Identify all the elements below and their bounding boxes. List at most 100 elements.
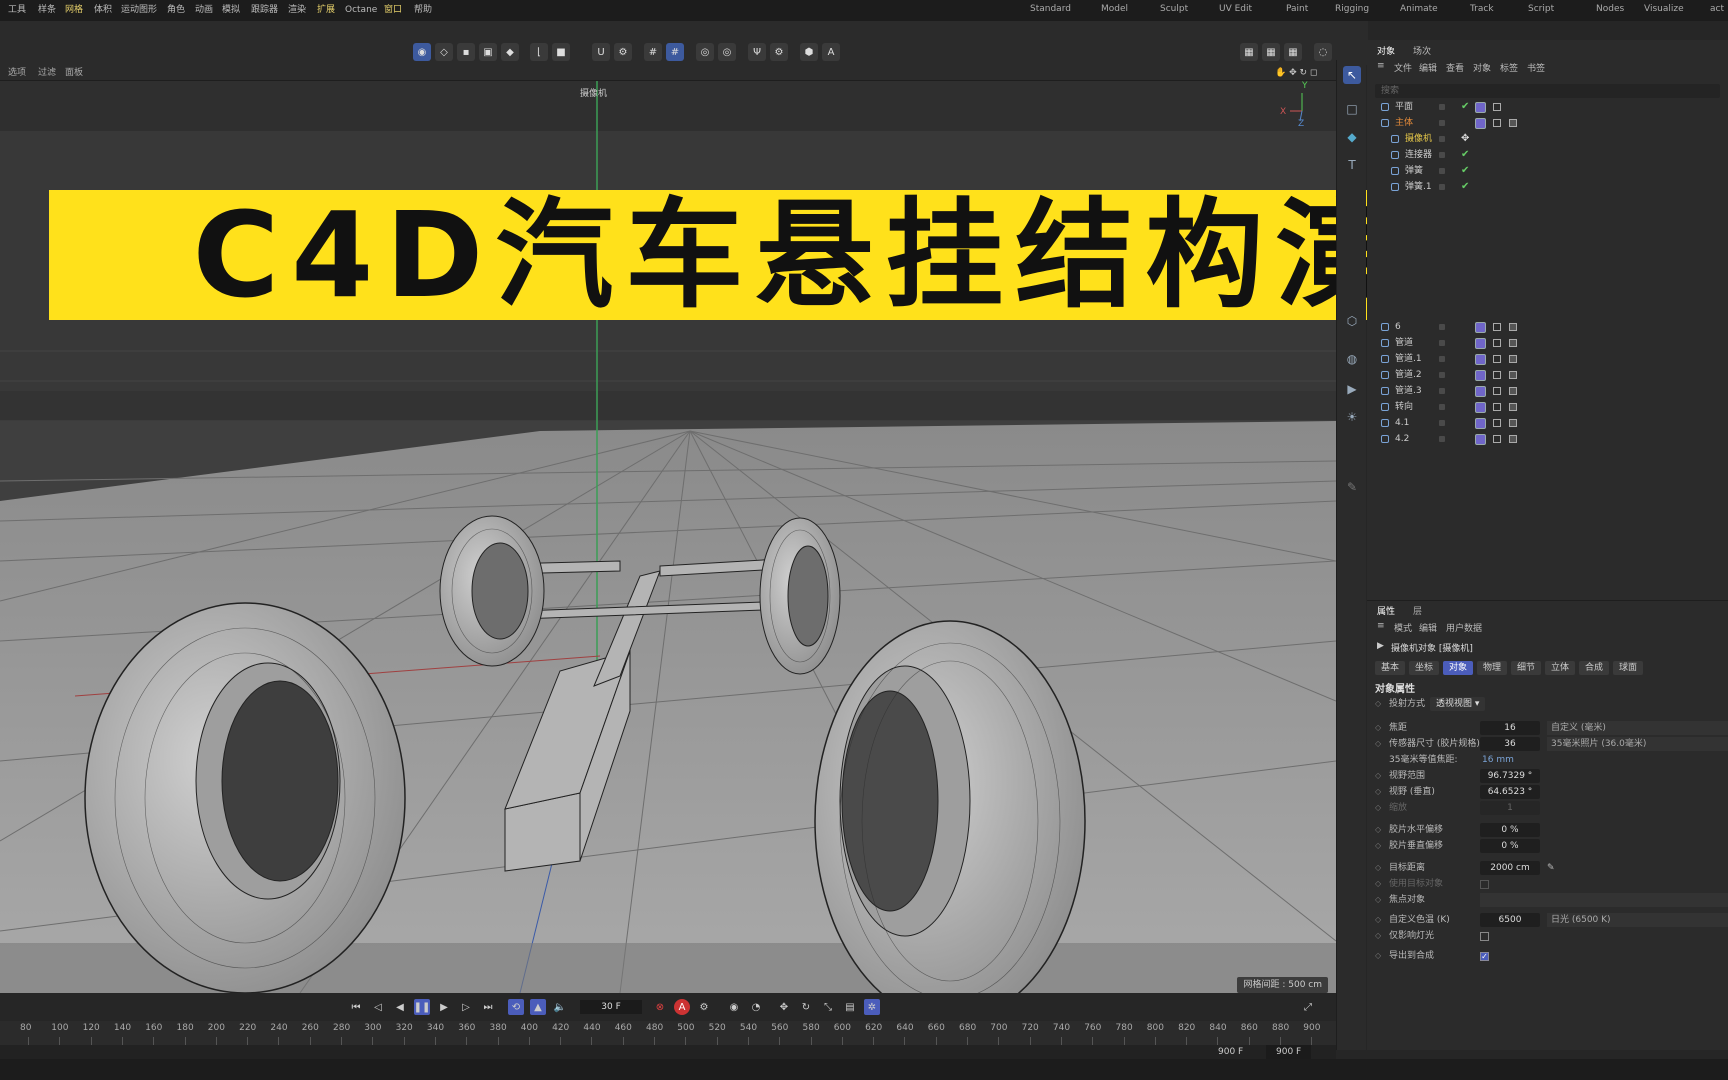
tab-layers[interactable]: 层 — [1413, 604, 1422, 617]
object-row[interactable]: 弹簧 ✔ — [1367, 163, 1728, 179]
projection-dropdown[interactable]: 透视视图 ▾ — [1430, 697, 1486, 711]
workplane-icon[interactable]: ⬢ — [800, 43, 818, 61]
om-menu-bookmarks[interactable]: 书签 — [1527, 61, 1545, 74]
sync-icon[interactable]: ◌ — [1314, 43, 1332, 61]
layout-model[interactable]: Model — [1101, 0, 1128, 19]
tab-attributes[interactable]: 属性 — [1377, 604, 1395, 617]
om-menu-tags[interactable]: 标签 — [1500, 61, 1518, 74]
sound-icon[interactable]: 🔈 — [552, 999, 568, 1015]
viewport-camera-label[interactable]: 摄像机 — [580, 86, 607, 99]
om-menu-object[interactable]: 对象 — [1473, 61, 1491, 74]
record-icon[interactable]: ⊗ — [652, 999, 668, 1015]
use-target-checkbox[interactable] — [1480, 880, 1489, 889]
environment-icon[interactable]: ◍ — [1343, 350, 1361, 368]
fov-v-input[interactable]: 64.6523 ° — [1480, 785, 1540, 799]
select-icon[interactable]: ↖ — [1343, 66, 1361, 84]
layout-paint[interactable]: Paint — [1286, 0, 1308, 19]
layout-uv-edit[interactable]: UV Edit — [1219, 0, 1252, 19]
export-composition-checkbox[interactable]: ✓ — [1480, 952, 1489, 961]
object-row[interactable]: 转向 — [1367, 399, 1728, 415]
next-frame-icon[interactable]: ▶ — [436, 999, 452, 1015]
om-search-input[interactable]: 搜索 — [1375, 84, 1720, 98]
am-tab-spherical[interactable]: 球面 — [1613, 661, 1644, 675]
autokey-icon[interactable]: A — [674, 999, 690, 1015]
timeline-icon[interactable]: ◔ — [748, 999, 764, 1015]
object-row[interactable]: 管道.1 — [1367, 351, 1728, 367]
am-tab-stereo[interactable]: 立体 — [1545, 661, 1576, 675]
menu-extensions[interactable]: 扩展 — [317, 0, 335, 21]
menu-help[interactable]: 帮助 — [414, 0, 432, 21]
object-row[interactable]: 管道 — [1367, 335, 1728, 351]
cube-outline-icon[interactable]: □ — [1343, 100, 1361, 118]
am-tab-composition[interactable]: 合成 — [1579, 661, 1610, 675]
edge-mode-icon[interactable]: ▣ — [479, 43, 497, 61]
om-menu-icon[interactable]: ≡ — [1377, 61, 1385, 71]
curve-editor-icon[interactable]: ⤢ — [1300, 999, 1316, 1015]
film-offset-x-input[interactable]: 0 % — [1480, 823, 1540, 837]
object-row[interactable]: 摄像机 ✥ — [1367, 131, 1728, 147]
object-row[interactable]: 4.1 — [1367, 415, 1728, 431]
pen-icon[interactable]: ✎ — [1343, 478, 1361, 496]
layout-track[interactable]: Track — [1470, 0, 1494, 19]
object-row[interactable]: 6 — [1367, 319, 1728, 335]
object-mode-icon[interactable]: ◇ — [435, 43, 453, 61]
menu-mograph[interactable]: 运动图形 — [121, 0, 157, 21]
am-tab-basic[interactable]: 基本 — [1375, 661, 1406, 675]
move-key-icon[interactable]: ✥ — [776, 999, 792, 1015]
menu-tracker[interactable]: 跟踪器 — [251, 0, 278, 21]
solo-icon[interactable]: ■ — [552, 43, 570, 61]
viewport-nav-icons[interactable]: ✋ ✥ ↻ ◻ — [1275, 65, 1317, 81]
viewport-menu-filter[interactable]: 过滤 — [38, 65, 56, 81]
layout-standard[interactable]: Standard — [1030, 0, 1071, 19]
om-menu-edit[interactable]: 编辑 — [1419, 61, 1437, 74]
affect-lights-checkbox[interactable] — [1480, 932, 1489, 941]
point-mode-icon[interactable]: ▪ — [457, 43, 475, 61]
object-row[interactable]: 管道.3 — [1367, 383, 1728, 399]
layout-visualize[interactable]: Visualize — [1644, 0, 1684, 19]
prev-frame-icon[interactable]: ◀ — [392, 999, 408, 1015]
am-tab-physical[interactable]: 物理 — [1477, 661, 1508, 675]
deformer-icon[interactable]: ⬡ — [1343, 312, 1361, 330]
object-row[interactable]: 4.2 — [1367, 431, 1728, 447]
color-temp-input[interactable]: 6500 — [1480, 913, 1540, 927]
rotate-key-icon[interactable]: ↻ — [798, 999, 814, 1015]
layout-act[interactable]: act — [1710, 0, 1724, 19]
symmetry-settings-icon[interactable]: ⚙ — [770, 43, 788, 61]
om-menu-file[interactable]: 文件 — [1394, 61, 1412, 74]
am-menu-mode[interactable]: 模式 — [1394, 621, 1412, 634]
am-tab-object[interactable]: 对象 — [1443, 661, 1474, 675]
menu-simulate[interactable]: 模拟 — [222, 0, 240, 21]
object-row[interactable]: 弹簧.1 ✔ — [1367, 179, 1728, 195]
am-menu-icon[interactable]: ≡ — [1377, 621, 1385, 631]
model-mode-icon[interactable]: ◉ — [413, 43, 431, 61]
sensor-size-input[interactable]: 36 — [1480, 737, 1540, 751]
render-picture-icon[interactable]: ▦ — [1262, 43, 1280, 61]
om-menu-view[interactable]: 查看 — [1446, 61, 1464, 74]
keyframe-icon[interactable]: ◉ — [726, 999, 742, 1015]
target-distance-input[interactable]: 2000 cm — [1480, 861, 1540, 875]
snap-grid-icon[interactable]: # — [666, 43, 684, 61]
render-settings-icon[interactable]: ▦ — [1284, 43, 1302, 61]
param-key-icon[interactable]: ▤ — [842, 999, 858, 1015]
tab-objects[interactable]: 对象 — [1377, 44, 1395, 57]
scale-key-icon[interactable]: ⤡ — [820, 999, 836, 1015]
viewport-menu-panel[interactable]: 面板 — [65, 65, 83, 81]
target-settings-icon[interactable]: ◎ — [718, 43, 736, 61]
menu-window[interactable]: 窗口 — [384, 0, 402, 21]
magnet-icon[interactable]: U — [592, 43, 610, 61]
menu-spline[interactable]: 样条 — [38, 0, 56, 21]
am-tab-details[interactable]: 细节 — [1511, 661, 1542, 675]
focus-object-field[interactable] — [1480, 893, 1728, 907]
layout-animate[interactable]: Animate — [1400, 0, 1438, 19]
light-icon[interactable]: ☀ — [1343, 408, 1361, 426]
menu-mesh[interactable]: 网格 — [65, 0, 83, 21]
object-row[interactable]: 连接器 ✔ — [1367, 147, 1728, 163]
render-view-icon[interactable]: ▦ — [1240, 43, 1258, 61]
current-frame-field[interactable]: 30 F — [580, 1000, 642, 1014]
layout-nodes[interactable]: Nodes — [1596, 0, 1624, 19]
camera-icon[interactable]: ▶ — [1343, 380, 1361, 398]
key-settings-icon[interactable]: ⚙ — [696, 999, 712, 1015]
grid-icon[interactable]: # — [644, 43, 662, 61]
am-tab-coord[interactable]: 坐标 — [1409, 661, 1440, 675]
next-key-icon[interactable]: ▷ — [458, 999, 474, 1015]
